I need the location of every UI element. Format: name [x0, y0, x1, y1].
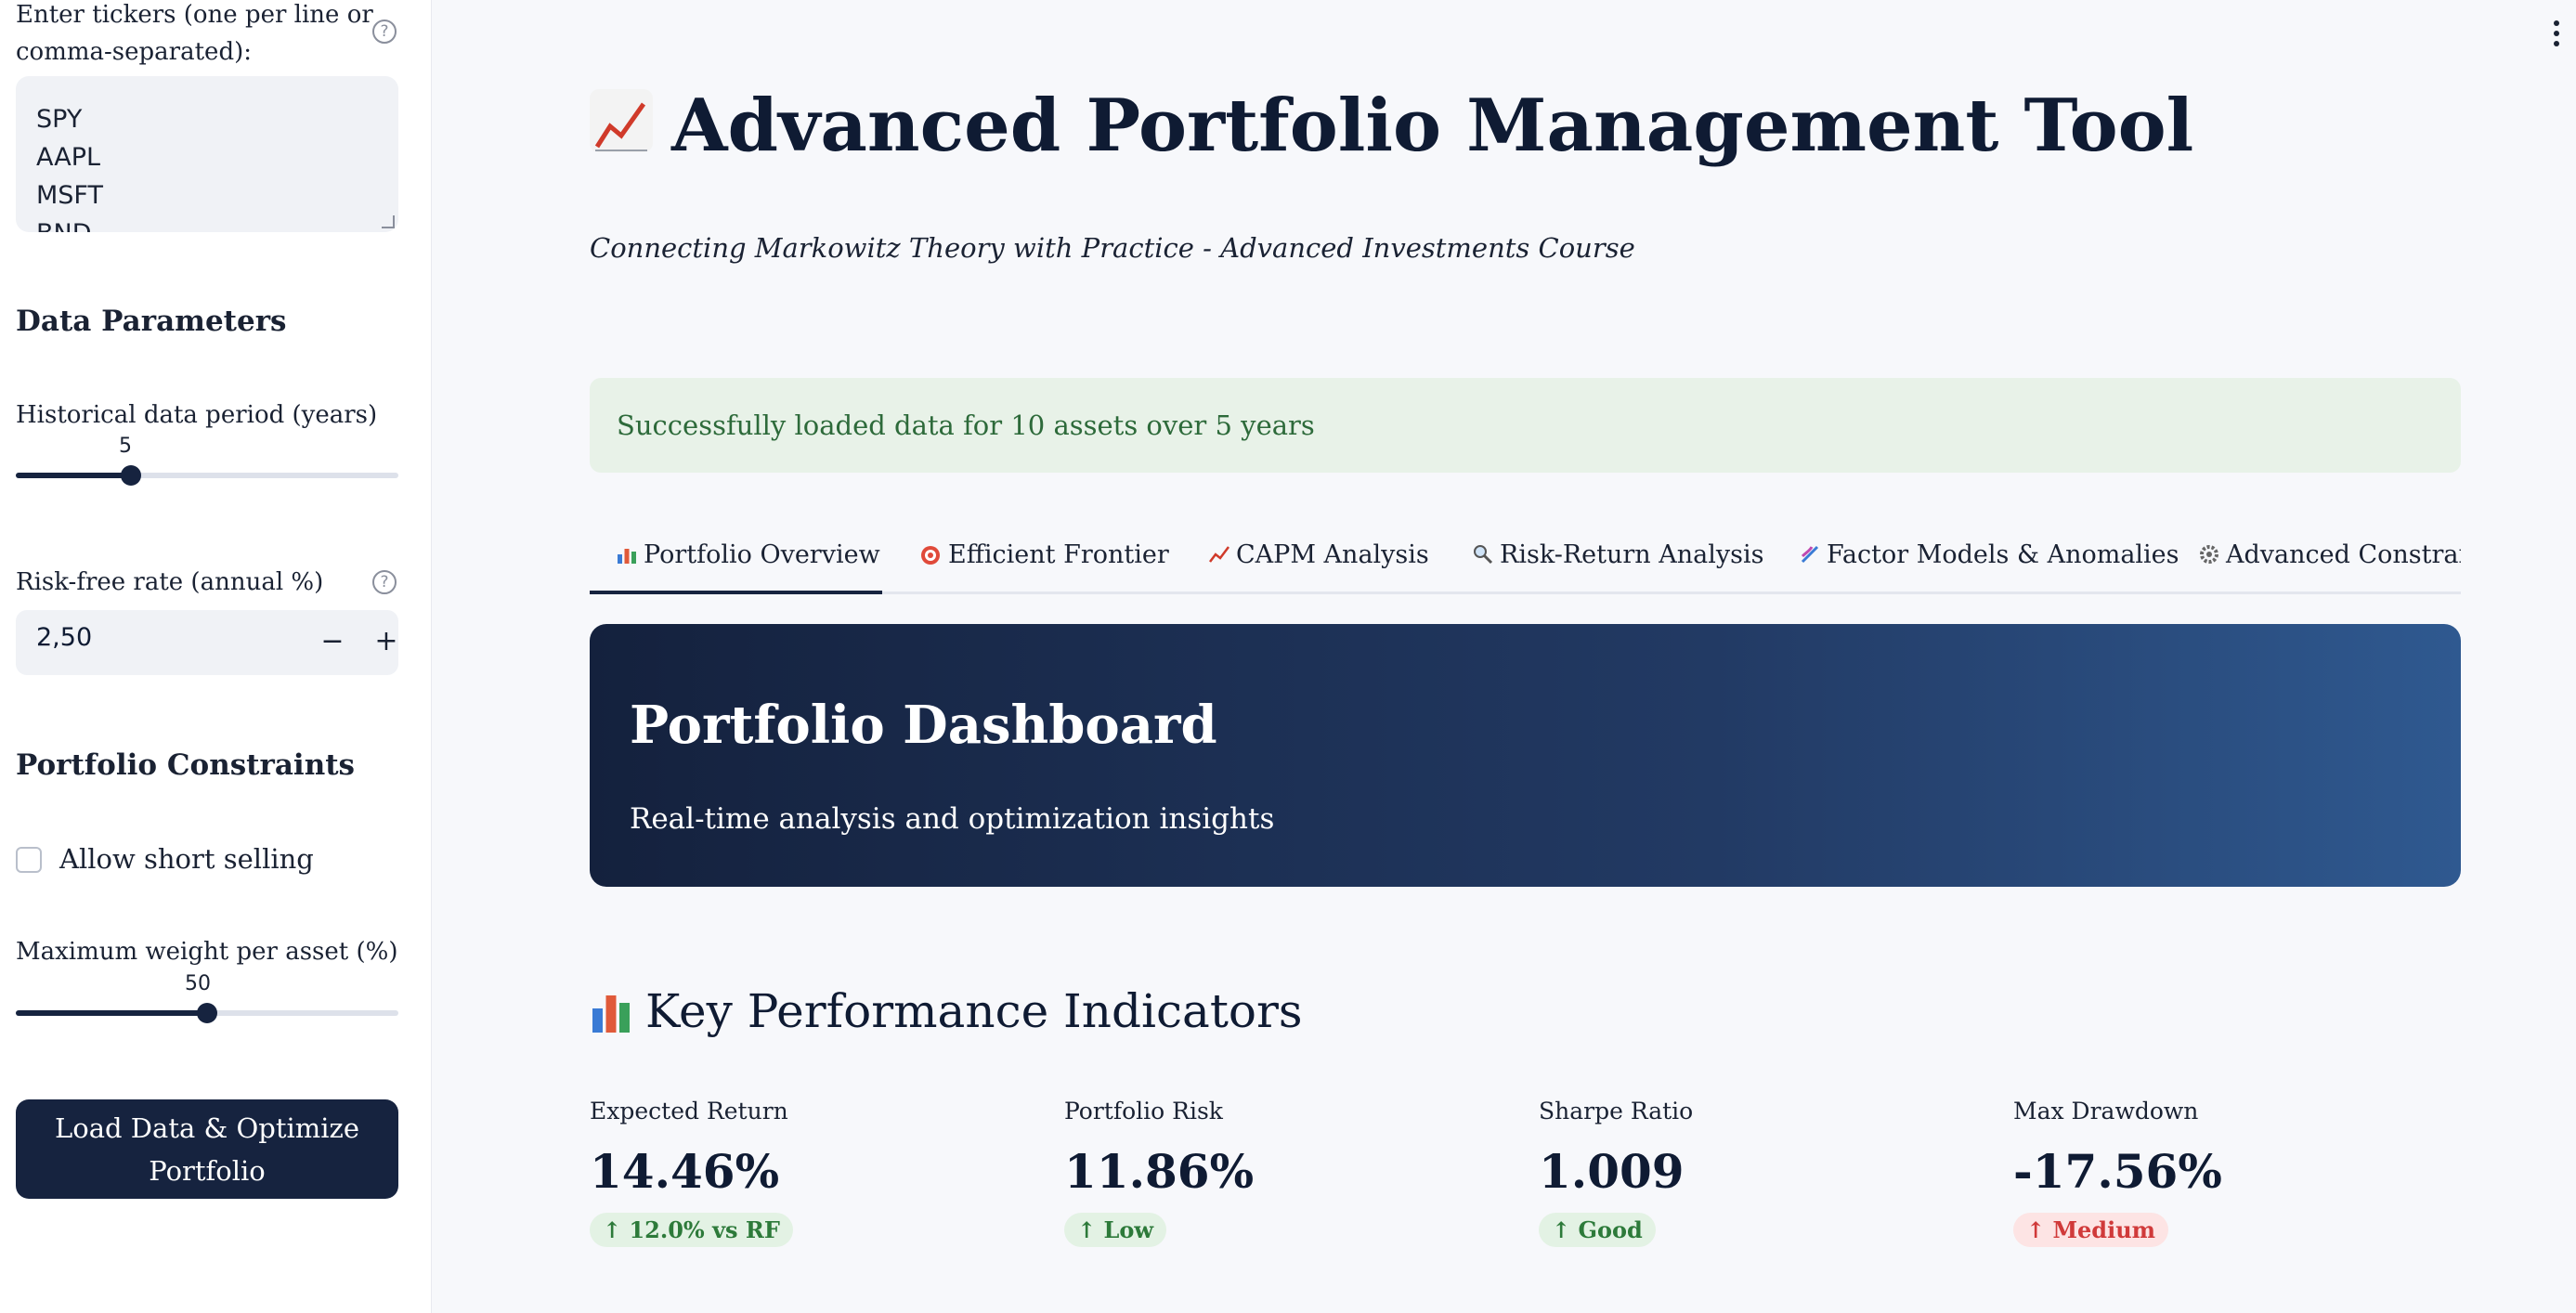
metric-label: Max Drawdown — [2013, 1098, 2199, 1124]
page-subtitle: Connecting Markowitz Theory with Practic… — [590, 232, 1635, 264]
tab-label: Risk-Return Analysis — [1500, 540, 1764, 569]
chart-up-icon — [1208, 543, 1230, 566]
tab-label: Advanced Constraint — [2226, 540, 2461, 569]
metric-label: Sharpe Ratio — [1539, 1098, 1694, 1124]
kpi-heading: Key Performance Indicators — [590, 984, 1303, 1038]
metric-value: 11.86% — [1064, 1144, 1255, 1199]
metric-value: 14.46% — [590, 1144, 780, 1199]
metric-value: 1.009 — [1539, 1144, 1685, 1199]
ticker-line: MSFT — [36, 181, 103, 210]
dashboard-banner: Portfolio Dashboard Real-time analysis a… — [590, 624, 2461, 887]
metric-label: Expected Return — [590, 1098, 788, 1124]
metric-delta-badge: ↑ Good — [1539, 1213, 1656, 1247]
magnifier-icon — [1472, 543, 1494, 566]
main-menu-icon[interactable] — [2554, 20, 2559, 50]
period-slider-value: 5 — [119, 435, 132, 458]
metric-delta-badge: ↑ Medium — [2013, 1213, 2169, 1247]
risk-free-label: Risk-free rate (annual %) — [16, 568, 324, 596]
max-weight-label: Maximum weight per asset (%) — [16, 938, 398, 966]
increment-button[interactable]: + — [365, 621, 408, 664]
data-parameters-heading: Data Parameters — [16, 305, 287, 338]
dna-icon — [1799, 543, 1821, 566]
max-weight-slider[interactable] — [16, 1003, 398, 1023]
bar-chart-icon — [616, 543, 638, 566]
period-slider[interactable] — [16, 465, 398, 486]
button-label-cont: Portfolio — [149, 1155, 266, 1187]
metric-value: -17.56% — [2013, 1144, 2222, 1199]
tab-risk-return-analysis[interactable]: Risk-Return Analysis — [1472, 540, 1763, 569]
portfolio-constraints-heading: Portfolio Constraints — [16, 748, 356, 782]
ticker-line: BND — [36, 214, 378, 232]
metric-delta-badge: ↑ 12.0% vs RF — [590, 1213, 793, 1247]
short-selling-label[interactable]: Allow short selling — [59, 840, 314, 878]
bar-chart-icon — [590, 988, 632, 1034]
page-title-text: Advanced Portfolio Management Tool — [671, 84, 2194, 168]
decrement-button[interactable]: − — [311, 621, 354, 664]
tickers-textarea[interactable]: SPY AAPL MSFT BND — [16, 76, 398, 232]
metric-sharpe-ratio: Sharpe Ratio 1.009 ↑ Good — [1539, 1098, 1984, 1247]
chart-up-icon — [590, 89, 653, 152]
tab-portfolio-overview[interactable]: Portfolio Overview — [616, 540, 880, 569]
button-label: Load Data & Optimize — [54, 1112, 359, 1144]
metric-label: Portfolio Risk — [1064, 1098, 1223, 1124]
tab-label: CAPM Analysis — [1236, 540, 1429, 569]
ticker-line: SPY — [36, 105, 83, 134]
dashboard-title: Portfolio Dashboard — [630, 695, 1217, 756]
tab-label: Factor Models & Anomalies — [1827, 540, 2179, 569]
help-icon[interactable]: ? — [372, 570, 397, 594]
dashboard-subtitle: Real-time analysis and optimization insi… — [630, 802, 1275, 836]
risk-free-value[interactable]: 2,50 — [36, 623, 92, 652]
risk-free-input[interactable]: 2,50 − + — [16, 610, 398, 675]
help-icon[interactable]: ? — [372, 20, 397, 44]
metric-delta-badge: ↑ Low — [1064, 1213, 1167, 1247]
load-optimize-button[interactable]: Load Data & Optimize Portfolio — [16, 1099, 398, 1199]
metric-expected-return: Expected Return 14.46% ↑ 12.0% vs RF — [590, 1098, 1035, 1247]
success-alert: Successfully loaded data for 10 assets o… — [590, 378, 2461, 473]
tab-label: Efficient Frontier — [948, 540, 1169, 569]
max-weight-slider-fill — [16, 1010, 207, 1016]
ticker-line: AAPL — [36, 143, 101, 172]
tab-bar: Portfolio Overview Efficient Frontier CA… — [590, 529, 2461, 594]
kpi-heading-text: Key Performance Indicators — [645, 984, 1303, 1038]
tab-capm-analysis[interactable]: CAPM Analysis — [1208, 540, 1429, 569]
active-tab-indicator — [590, 591, 882, 594]
tickers-label-cont: comma-separated): — [16, 38, 252, 66]
tab-factor-models[interactable]: Factor Models & Anomalies — [1799, 540, 2179, 569]
target-icon — [920, 543, 943, 566]
metric-max-drawdown: Max Drawdown -17.56% ↑ Medium — [2013, 1098, 2459, 1247]
page-title: Advanced Portfolio Management Tool — [590, 84, 2193, 168]
tab-efficient-frontier[interactable]: Efficient Frontier — [920, 540, 1169, 569]
gear-icon — [2198, 543, 2220, 566]
period-slider-fill — [16, 473, 131, 478]
short-selling-checkbox[interactable] — [16, 847, 42, 873]
period-slider-thumb[interactable] — [121, 465, 141, 486]
period-label: Historical data period (years) — [16, 401, 378, 429]
metric-portfolio-risk: Portfolio Risk 11.86% ↑ Low — [1064, 1098, 1510, 1247]
resize-handle[interactable] — [382, 215, 395, 228]
tickers-label: Enter tickers (one per line or — [16, 1, 373, 29]
tab-label: Portfolio Overview — [644, 540, 880, 569]
max-weight-slider-thumb[interactable] — [197, 1003, 217, 1023]
sidebar: Enter tickers (one per line or comma-sep… — [0, 0, 432, 1313]
max-weight-slider-value: 50 — [185, 972, 211, 995]
tab-advanced-constraints[interactable]: Advanced Constraint — [2198, 540, 2461, 569]
